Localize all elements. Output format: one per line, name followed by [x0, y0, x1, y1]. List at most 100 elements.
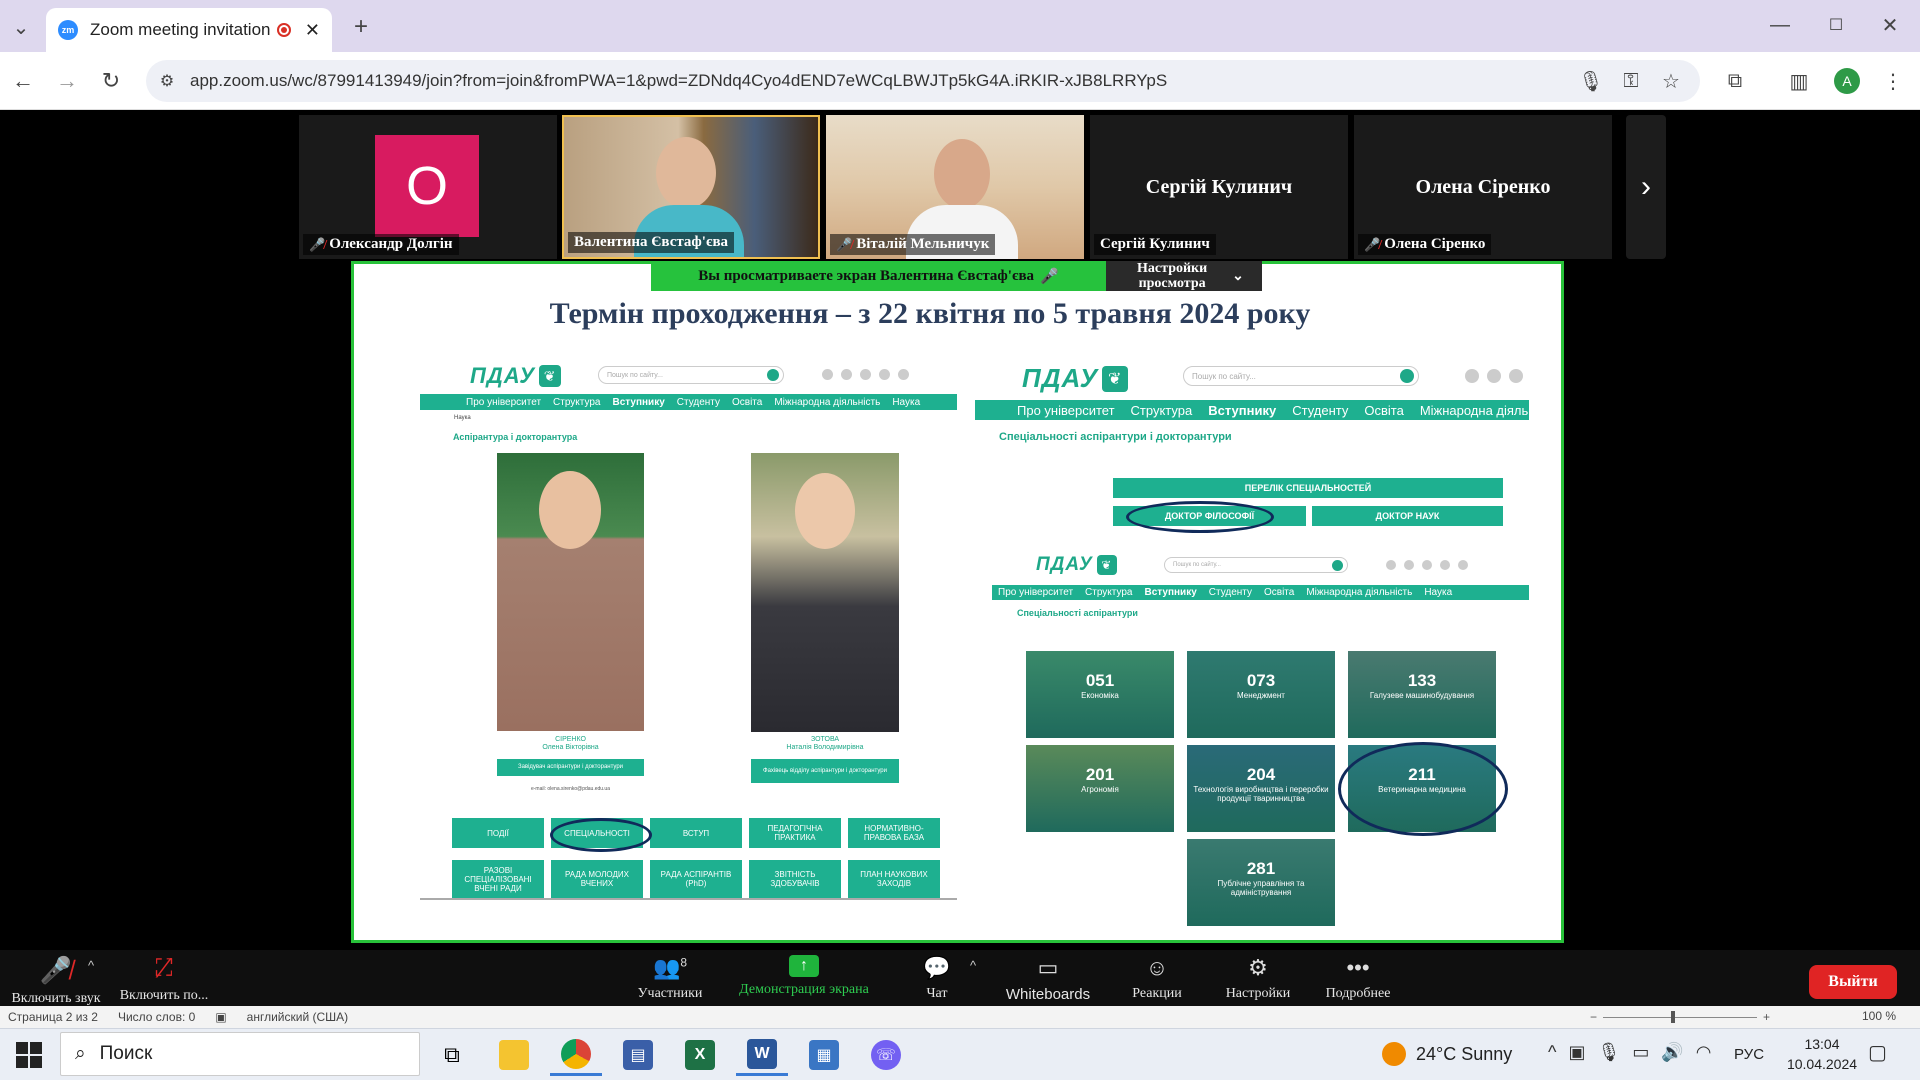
word-icon[interactable]: W — [736, 1034, 788, 1076]
instagram-icon — [1404, 560, 1414, 570]
chrome-icon[interactable] — [550, 1034, 602, 1076]
specialty-code: 051 — [1085, 671, 1115, 690]
youtube-icon — [879, 369, 890, 380]
viber-icon[interactable]: ☏ — [860, 1034, 912, 1076]
section-heading: Спеціальності аспірантури і докторантури — [999, 431, 1232, 443]
specialty-name: Публічне управління та адміністрування — [1217, 879, 1305, 897]
specialty-card: 133 Галузеве машинобудування — [1348, 651, 1496, 738]
more-button[interactable]: ••• Подробнее — [1316, 955, 1400, 1002]
maximize-icon[interactable]: ☐ — [1816, 10, 1856, 40]
leave-meeting-button[interactable]: Выйти — [1809, 965, 1897, 999]
key-icon[interactable]: ⚿ — [1618, 68, 1644, 94]
site-nav-item: Структура — [1130, 402, 1193, 418]
participant-tile[interactable]: 🎤̸ Віталій Мельничук — [826, 115, 1084, 259]
minimize-icon[interactable]: — — [1760, 10, 1800, 40]
person-photo — [497, 453, 644, 731]
close-window-icon[interactable]: ✕ — [1870, 10, 1910, 40]
section-button: РАДА МОЛОДИХ ВЧЕНИХ — [551, 860, 643, 898]
gear-icon: ⚙ — [1248, 955, 1268, 980]
chat-options-chevron-icon[interactable]: ^ — [970, 958, 976, 973]
browser-menu-icon[interactable]: ⋮ — [1880, 68, 1906, 94]
browser-tab[interactable]: zm Zoom meeting invitation - Z ✕ — [46, 8, 332, 52]
specialty-code: 281 — [1246, 859, 1276, 878]
system-tray-icons[interactable]: ^ ▣ 🎙 ▭ 🔊 ◠ — [1548, 1042, 1711, 1063]
site-nav-item: Освіта — [1364, 402, 1404, 418]
specialty-list-button: ПЕРЕЛІК СПЕЦІАЛЬНОСТЕЙ — [1113, 478, 1503, 498]
site-info-icon[interactable]: ⚙ — [156, 70, 178, 92]
site-nav-item: Вступнику — [1208, 402, 1277, 418]
new-tab-button[interactable]: + — [346, 12, 376, 42]
site-nav-item: Наука — [1424, 587, 1453, 598]
instagram-icon — [841, 369, 852, 380]
next-participants-chevron-icon[interactable]: › — [1626, 115, 1666, 259]
zoom-level[interactable]: 100 % — [1862, 1009, 1896, 1023]
social-icons — [822, 369, 909, 380]
settings-button[interactable]: ⚙ Настройки — [1218, 955, 1298, 1002]
start-video-button[interactable]: ⛶̸ Включить по... — [116, 955, 212, 1004]
site-nav-item: Студенту — [1208, 587, 1252, 598]
muted-mic-icon: 🎤̸ — [309, 236, 326, 252]
participant-tile[interactable]: О 🎤̸ Олександр Долгін — [299, 115, 557, 259]
specialty-name: Агрономія — [1081, 785, 1119, 794]
task-view-icon[interactable]: ⧉ — [426, 1034, 478, 1076]
audio-options-chevron-icon[interactable]: ^ — [88, 958, 94, 973]
tiktok-icon — [1465, 369, 1479, 383]
site-search-input: Пошук по сайту... — [1164, 557, 1348, 573]
calculator-icon[interactable]: ▦ — [798, 1034, 850, 1076]
reactions-button[interactable]: ☺ Реакции — [1124, 955, 1190, 1002]
chevron-down-icon: ⌄ — [1232, 268, 1244, 284]
file-explorer-icon[interactable] — [488, 1034, 540, 1076]
windows-start-icon[interactable] — [16, 1042, 42, 1068]
more-dots-icon: ••• — [1346, 955, 1370, 980]
reload-icon[interactable]: ↻ — [94, 64, 128, 98]
address-bar[interactable]: app.zoom.us/wc/87991413949/join?from=joi… — [146, 60, 1700, 102]
tiktok-icon — [1386, 560, 1396, 570]
word-count[interactable]: Число слов: 0 — [118, 1010, 195, 1024]
participant-tile[interactable]: Олена Сіренко 🎤̸ Олена Сіренко — [1354, 115, 1612, 259]
excel-icon[interactable]: X — [674, 1034, 726, 1076]
microphone-icon[interactable]: 🎙 — [1578, 68, 1604, 94]
sharing-banner: Вы просматриваете экран Валентина Євстаф… — [651, 261, 1106, 291]
specialty-name: Технологія виробництва і переробки проду… — [1193, 785, 1329, 803]
chat-button[interactable]: 💬 Чат — [912, 955, 962, 1002]
specialty-name: Економіка — [1081, 691, 1119, 700]
muted-mic-icon: 🎤̸ — [1364, 236, 1381, 252]
zoom-slider[interactable]: − + — [1590, 1009, 1770, 1025]
page-count[interactable]: Страница 2 из 2 — [8, 1010, 98, 1024]
forward-icon[interactable]: → — [50, 64, 84, 98]
site-nav-item: Освіта — [1263, 587, 1295, 598]
site-nav-item: Міжнародна діяльність — [1306, 587, 1413, 598]
extensions-icon[interactable]: ⧉ — [1722, 68, 1748, 94]
input-language[interactable]: РУС — [1734, 1046, 1764, 1063]
language-indicator[interactable]: английский (США) — [247, 1010, 348, 1024]
profile-avatar[interactable]: A — [1834, 68, 1860, 94]
tiktok-icon — [822, 369, 833, 380]
clock[interactable]: 13:04 10.04.2024 — [1786, 1034, 1858, 1074]
section-button: РАЗОВІ СПЕЦІАЛІЗОВАНІ ВЧЕНІ РАДИ — [452, 860, 544, 898]
telegram-icon — [1458, 560, 1468, 570]
bookmark-star-icon[interactable]: ☆ — [1658, 68, 1684, 94]
whiteboards-button[interactable]: ▭ Whiteboards — [996, 955, 1100, 1003]
participants-button[interactable]: 👥8 Участники — [622, 955, 718, 1002]
participant-tile[interactable]: Сергій Кулинич Сергій Кулинич — [1090, 115, 1348, 259]
tab-search-chevron-icon[interactable]: ⌄ — [8, 14, 34, 40]
person-caption: ЗОТОВА Наталія Володимирівна — [786, 736, 864, 751]
weather-text[interactable]: 24°C Sunny — [1416, 1044, 1512, 1065]
wifi-icon: ◠ — [1695, 1042, 1712, 1062]
save-app-icon[interactable]: ▤ — [612, 1034, 664, 1076]
taskbar-search[interactable]: ⌕ Поиск — [60, 1032, 420, 1076]
weather-sun-icon[interactable] — [1382, 1042, 1406, 1066]
back-icon[interactable]: ← — [6, 64, 40, 98]
site-search-input: Пошук по сайту... — [598, 366, 784, 384]
close-tab-icon[interactable]: ✕ — [305, 20, 320, 41]
person-caption: СІРЕНКО Олена Вікторівна — [542, 736, 599, 751]
section-button: ПОДІЇ — [452, 818, 544, 848]
share-screen-button[interactable]: ↑ Демонстрация экрана — [728, 955, 880, 998]
proofing-icon[interactable]: ▣ — [215, 1010, 226, 1024]
participant-tile-active-speaker[interactable]: Валентина Євстаф'єва — [562, 115, 820, 259]
side-panel-icon[interactable]: ▥ — [1786, 68, 1812, 94]
specialty-card: 204 Технологія виробництва і переробки пр… — [1187, 745, 1335, 832]
view-options-button[interactable]: Настройки просмотра ⌄ — [1106, 261, 1262, 291]
pdau-logo: ПДАУ ❦ — [1022, 363, 1129, 394]
notifications-icon[interactable]: ▢ — [1868, 1040, 1894, 1066]
